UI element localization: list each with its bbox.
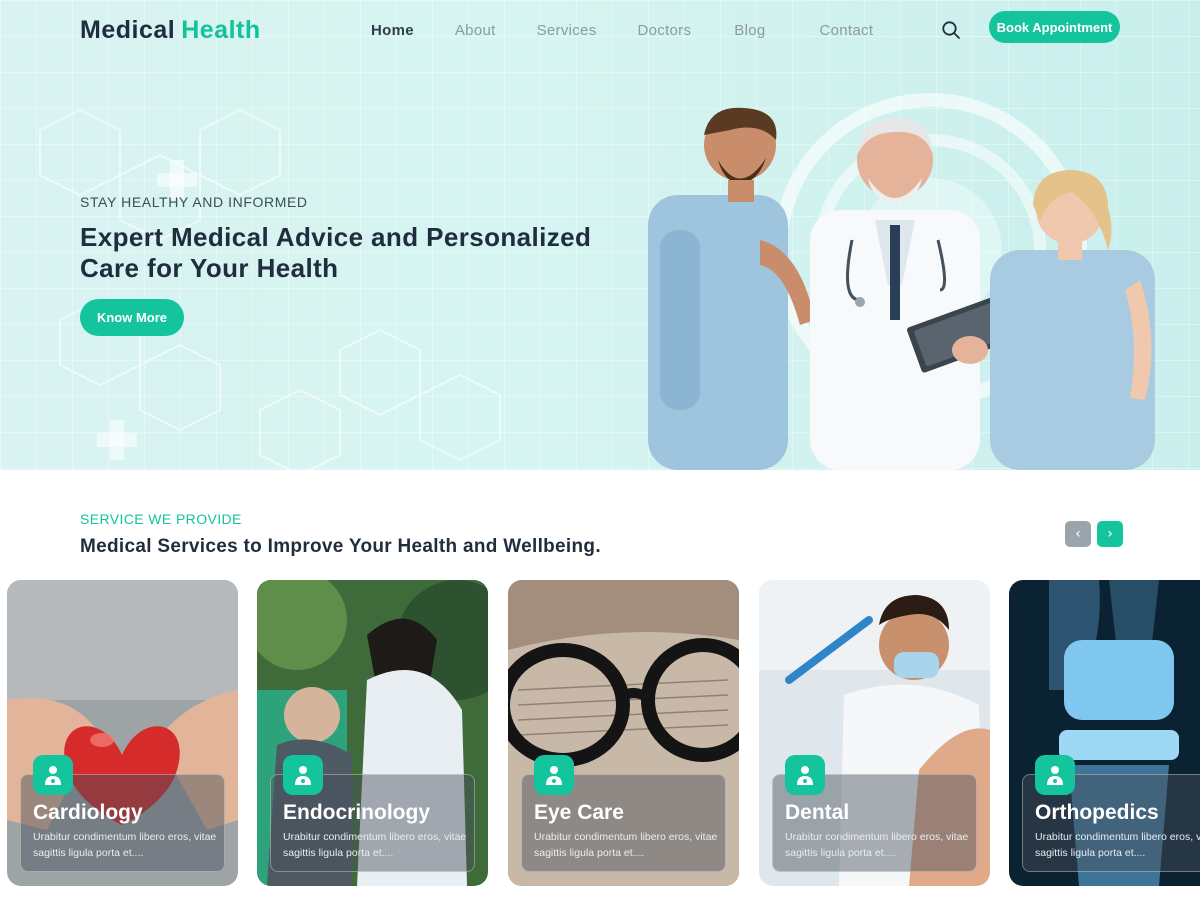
book-appointment-button[interactable]: Book Appointment xyxy=(989,11,1120,43)
card-description: Urabitur condimentum libero eros, vitae … xyxy=(33,831,217,859)
services-eyebrow: SERVICE WE PROVIDE xyxy=(80,511,242,527)
hero-headline: Expert Medical Advice and Personalized C… xyxy=(80,222,592,283)
service-card-endocrinology[interactable]: Endocrinology Urabitur condimentum liber… xyxy=(257,580,488,886)
nav-services[interactable]: Services xyxy=(537,22,597,39)
search-icon[interactable] xyxy=(941,20,961,40)
chevron-right-icon: › xyxy=(1107,526,1113,542)
chevron-left-icon: ‹ xyxy=(1075,526,1081,542)
card-title: Endocrinology xyxy=(283,801,430,824)
logo-word-health: Health xyxy=(181,16,261,44)
service-card-dental[interactable]: Dental Urabitur condimentum libero eros,… xyxy=(759,580,990,886)
card-title: Orthopedics xyxy=(1035,801,1159,824)
doctor-icon xyxy=(33,755,73,795)
services-carousel: Cardiology Urabitur condimentum libero e… xyxy=(7,580,1200,886)
service-card-eye-care[interactable]: Eye Care Urabitur condimentum libero ero… xyxy=(508,580,739,886)
nav-about[interactable]: About xyxy=(455,22,496,39)
service-card-cardiology[interactable]: Cardiology Urabitur condimentum libero e… xyxy=(7,580,238,886)
card-description: Urabitur condimentum libero eros, vitae … xyxy=(534,831,718,859)
card-description: Urabitur condimentum libero eros, vitae … xyxy=(1035,831,1200,859)
site-logo[interactable]: Medical Health xyxy=(80,16,261,45)
service-card-orthopedics[interactable]: Orthopedics Urabitur condimentum libero … xyxy=(1009,580,1200,886)
card-title: Eye Care xyxy=(534,801,624,824)
doctor-icon xyxy=(785,755,825,795)
nav-contact[interactable]: Contact xyxy=(820,22,874,39)
card-title: Dental xyxy=(785,801,850,824)
nav-blog[interactable]: Blog xyxy=(734,22,765,39)
card-title: Cardiology xyxy=(33,801,143,824)
hero-eyebrow: STAY HEALTHY AND INFORMED xyxy=(80,194,308,210)
services-title: Medical Services to Improve Your Health … xyxy=(80,536,601,557)
know-more-button[interactable]: Know More xyxy=(80,299,184,336)
top-navigation: Medical Health Home About Services Doctor… xyxy=(0,0,1200,64)
logo-word-medical: Medical xyxy=(80,16,176,44)
nav-doctors[interactable]: Doctors xyxy=(638,22,692,39)
main-menu: Home About Services Doctors Blog Contact xyxy=(371,22,914,39)
card-description: Urabitur condimentum libero eros, vitae … xyxy=(283,831,467,859)
nav-home[interactable]: Home xyxy=(371,22,414,39)
doctor-icon xyxy=(283,755,323,795)
doctor-icon xyxy=(534,755,574,795)
carousel-prev-button[interactable]: ‹ xyxy=(1065,521,1091,547)
card-description: Urabitur condimentum libero eros, vitae … xyxy=(785,831,969,859)
medical-team-illustration xyxy=(648,107,1155,470)
carousel-next-button[interactable]: › xyxy=(1097,521,1123,547)
doctor-icon xyxy=(1035,755,1075,795)
